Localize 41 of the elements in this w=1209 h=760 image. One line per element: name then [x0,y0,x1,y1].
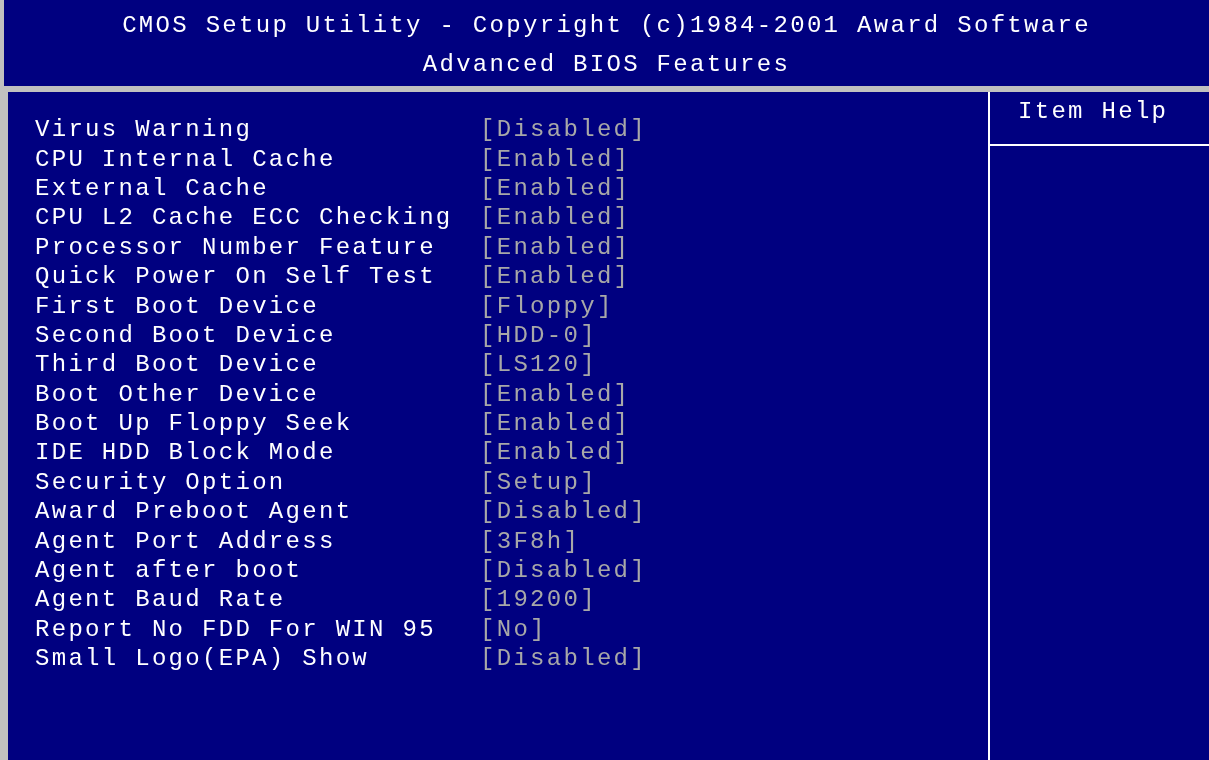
setting-value[interactable]: [Setup] [480,468,597,496]
setting-value[interactable]: [Enabled] [480,204,631,232]
setting-label[interactable]: External Cache [35,174,480,202]
setting-value[interactable]: [HDD-0] [480,321,597,349]
setting-label[interactable]: Report No FDD For WIN 95 [35,615,480,643]
setting-label[interactable]: Boot Up Floppy Seek [35,410,480,438]
setting-value[interactable]: [Enabled] [480,263,631,291]
setting-label[interactable]: Second Boot Device [35,321,480,349]
setting-label[interactable]: Security Option [35,468,480,496]
setting-label[interactable]: Agent Port Address [35,527,480,555]
setting-value[interactable]: [19200] [480,586,597,614]
setting-value[interactable]: [Enabled] [480,174,631,202]
setting-label[interactable]: Agent after boot [35,557,480,585]
setting-value[interactable]: [Enabled] [480,233,631,261]
setting-value[interactable]: [Enabled] [480,439,631,467]
setting-value[interactable]: [Enabled] [480,380,631,408]
setting-value[interactable]: [Disabled] [480,498,648,526]
setting-value[interactable]: [Enabled] [480,410,631,438]
setting-label[interactable]: CPU L2 Cache ECC Checking [35,204,480,232]
setting-label[interactable]: Agent Baud Rate [35,586,480,614]
setting-label[interactable]: Boot Other Device [35,380,480,408]
setting-value[interactable]: [Floppy] [480,292,614,320]
setting-label[interactable]: IDE HDD Block Mode [35,439,480,467]
setting-label[interactable]: Award Preboot Agent [35,498,480,526]
setting-value[interactable]: [Disabled] [480,557,648,585]
setting-label[interactable]: Processor Number Feature [35,233,480,261]
help-title: Item Help [1018,98,1170,125]
setting-value[interactable]: [3F8h] [480,527,581,555]
setting-value[interactable]: [No] [480,615,547,643]
page-title: Advanced BIOS Features [422,51,791,78]
setting-label[interactable]: CPU Internal Cache [35,145,480,173]
setting-label[interactable]: Quick Power On Self Test [35,263,480,291]
setting-label[interactable]: Virus Warning [35,116,480,144]
setting-value[interactable]: [Disabled] [480,645,648,673]
setting-label[interactable]: Third Boot Device [35,351,480,379]
setting-label[interactable]: First Boot Device [35,292,480,320]
setting-value[interactable]: [LS120] [480,351,597,379]
setting-value[interactable]: [Enabled] [480,145,631,173]
setting-value[interactable]: [Disabled] [480,116,648,144]
setting-label[interactable]: Small Logo(EPA) Show [35,645,480,673]
window-title: CMOS Setup Utility - Copyright (c)1984-2001 Award Software [122,12,1091,39]
